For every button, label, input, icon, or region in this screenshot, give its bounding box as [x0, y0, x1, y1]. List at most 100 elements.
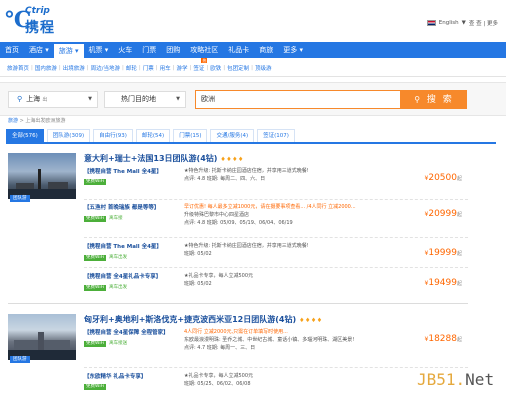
header-links: English ▼ 查 查 | 更多 [426, 19, 498, 27]
offer-row[interactable]: 【携程自营 全4星礼品卡专享】 免费WiFi 离车出发 ★礼品卡专享，每人立减50… [84, 272, 464, 310]
nav-train[interactable]: 火车 [113, 42, 137, 58]
price-suffix: 起 [456, 251, 462, 257]
nav-groupbuy[interactable]: 团购 [161, 42, 185, 58]
search-button[interactable]: ⚲ 搜 索 [401, 90, 467, 109]
subnav-eurail[interactable]: 欧铁 [210, 64, 221, 72]
subnav-car[interactable]: 用车 [160, 64, 171, 72]
subnav-nearby[interactable]: 周边/当地游 [91, 64, 120, 72]
chevron-down-icon[interactable]: ▼ [462, 20, 466, 26]
subnav-tickets[interactable]: 门票 [143, 64, 154, 72]
tab-group[interactable]: 团队游(309) [46, 129, 91, 142]
offer-feature: 东欧最浪漫明珠: 圣乔之城、中世纪古城、童话小镇、多瑙河明珠、湖区美景! [184, 337, 355, 343]
hot-destination-label: 热门目的地 [121, 95, 156, 103]
price-suffix: 起 [456, 212, 462, 218]
tab-all[interactable]: 全部(576) [6, 129, 44, 142]
offer-schedule: 班期: 05/25、06/02、06/08 [184, 381, 251, 387]
offer-row[interactable]: 【五渔村 首晚瑞族 都是等等】 免费WiFi 离车接 早订优惠! 每人最多立减10… [84, 203, 464, 241]
nav-tickets[interactable]: 门票 [137, 42, 161, 58]
price-suffix: 起 [456, 176, 462, 182]
subnav-visa[interactable]: 签证 热 [193, 57, 208, 72]
hot-destination-select[interactable]: 热门目的地 ▼ [104, 91, 186, 108]
divider: | [86, 64, 89, 71]
diamond-rating-icon: ♦♦♦♦ [299, 317, 323, 324]
offer-extra: 离车出发 [109, 255, 128, 260]
offer-row[interactable]: 【东欧精华 礼品卡专享】 免费WiFi ★礼品卡专享，每人立减500元 班期: … [84, 372, 464, 410]
subnav-custom[interactable]: 包团定制 [227, 64, 249, 72]
nav-business[interactable]: 商旅 [254, 42, 278, 58]
tab-visa[interactable]: 签证(107) [257, 129, 295, 142]
tab-independent[interactable]: 自由行(93) [93, 129, 133, 142]
offer-schedule: 点评: 4.8 班期: 每周二、四、六、日 [184, 176, 266, 182]
offer-description: ★礼品卡专享，每人立减500元 班期: 05/02 [184, 272, 253, 288]
product-image-budapest[interactable] [8, 314, 76, 360]
main-nav: 首页 酒店 ▾ 旅游 ▾ 机票 ▾ 火车 门票 团购 攻略社区 礼品卡 商旅 更… [0, 42, 506, 58]
tab-tickets[interactable]: 门票(15) [173, 129, 208, 142]
offer-name[interactable]: 【五渔村 首晚瑞族 都是等等】 [84, 203, 159, 211]
offer-description: ★特色升级: 托斯卡纳庄园酒店住宿，并享用三道式晚餐! 点评: 4.8 班期: … [184, 167, 309, 183]
language-switch[interactable]: English [439, 20, 459, 26]
subnav-domestic[interactable]: 国内旅游 [35, 64, 57, 72]
tab-transport[interactable]: 交通/服务(4) [210, 129, 255, 142]
nav-flights[interactable]: 机票 ▾ [84, 42, 114, 58]
offer-description: ★礼品卡专享，每人立减500元 班期: 05/25、06/02、06/08 [184, 372, 253, 388]
product-image-paris[interactable] [8, 153, 76, 199]
divider [84, 267, 468, 268]
offer-price[interactable]: ¥20500起 [425, 173, 462, 183]
nav-hotel[interactable]: 酒店 ▾ [24, 42, 54, 58]
offer-feature: ★特色升级: 托斯卡纳庄园酒店住宿，并享用三道式晚餐! [184, 168, 309, 174]
departure-city-select[interactable]: ⚲ 上海 出 ▼ [8, 91, 98, 108]
breadcrumb-path: > 上海出发欧洲旅游 [18, 118, 66, 124]
product-title[interactable]: 意大利+瑞士+法国13日团队游(4钻) ♦♦♦♦ [84, 153, 244, 164]
subnav-study[interactable]: 游学 [176, 64, 187, 72]
offer-price[interactable]: ¥20999起 [425, 209, 462, 219]
offer-description: ★特色升级: 托斯卡纳庄园酒店住宿，并享用三道式晚餐! 班期: 05/02 [184, 242, 309, 258]
offer-name[interactable]: 【携程自营 全4星礼品卡专享】 [84, 272, 161, 280]
subnav-outbound[interactable]: 出境旅游 [63, 64, 85, 72]
divider: | [155, 64, 158, 71]
offer-badges: 免费WiFi [84, 384, 107, 390]
offer-name[interactable]: 【携程自营 The Mall 全4星】 [84, 242, 162, 250]
nav-home[interactable]: 首页 [0, 42, 24, 58]
offer-promo: 早订优惠! 每人最多立减1000元，请在摄要事项查看... /4人同行 立减20… [184, 204, 356, 210]
offer-name[interactable]: 【携程自营 全4星保障 全程管家】 [84, 328, 169, 336]
watermark-brand: JB51. [417, 370, 466, 389]
nav-travel[interactable]: 旅游 ▾ [53, 44, 84, 58]
nav-more[interactable]: 更多 ▾ [278, 42, 308, 58]
offer-price[interactable]: ¥19499起 [425, 278, 462, 288]
breadcrumb-home[interactable]: 旅游 [8, 118, 18, 124]
offer-badges: 免费WiFi 离车出发 [84, 254, 127, 261]
wifi-badge: 免费WiFi [84, 216, 107, 222]
tab-cruise[interactable]: 邮轮(54) [135, 129, 171, 142]
nav-community[interactable]: 攻略社区 [185, 42, 223, 58]
offer-name[interactable]: 【东欧精华 礼品卡专享】 [84, 372, 146, 380]
offer-promo: 4人同行 立减2000元,只需在订单填写时使用... [184, 329, 288, 335]
price-value: 19999 [428, 248, 457, 258]
subnav-luxury[interactable]: 顶级游 [255, 64, 272, 72]
section-divider [8, 303, 468, 304]
price-suffix: 起 [456, 337, 462, 343]
offer-price[interactable]: ¥19999起 [425, 248, 462, 258]
offer-extra: 离车接送 [109, 341, 128, 346]
wifi-badge: 免费WiFi [84, 285, 107, 291]
subnav-cruise[interactable]: 邮轮 [126, 64, 137, 72]
divider: | [189, 64, 192, 71]
ctrip-logo[interactable]: ℃ Ctrip 携程 [5, 6, 85, 36]
departure-city: 上海 [26, 95, 41, 103]
product-type-tag: 团队游 [10, 356, 30, 363]
subnav-travel-home[interactable]: 旅游首页 [7, 64, 29, 72]
search-input[interactable]: 欧洲 [195, 90, 401, 109]
offer-name[interactable]: 【携程自营 The Mall 全4星】 [84, 167, 162, 175]
nav-giftcard[interactable]: 礼品卡 [223, 42, 254, 58]
hot-badge: 热 [201, 57, 208, 63]
divider: | [121, 64, 124, 71]
search-bar: ⚲ 上海 出 ▼ 热门目的地 ▼ 欧洲 ⚲ 搜 索 [0, 82, 506, 116]
offer-schedule: 班期: 05/02 [184, 281, 212, 287]
divider: | [206, 64, 209, 71]
product-title[interactable]: 匈牙利+奥地利+斯洛伐克+捷克波西米亚12日团队游(4钻) ♦♦♦♦ [84, 314, 323, 325]
offer-price[interactable]: ¥18288起 [425, 334, 462, 344]
account-links[interactable]: 查 查 | 更多 [469, 19, 498, 27]
search-button-label: 搜 索 [426, 95, 454, 105]
divider [84, 237, 468, 238]
offer-row[interactable]: 【携程自营 全4星保障 全程管家】 免费WiFi 离车接送 4人同行 立减2000… [84, 328, 464, 366]
divider: | [138, 64, 141, 71]
